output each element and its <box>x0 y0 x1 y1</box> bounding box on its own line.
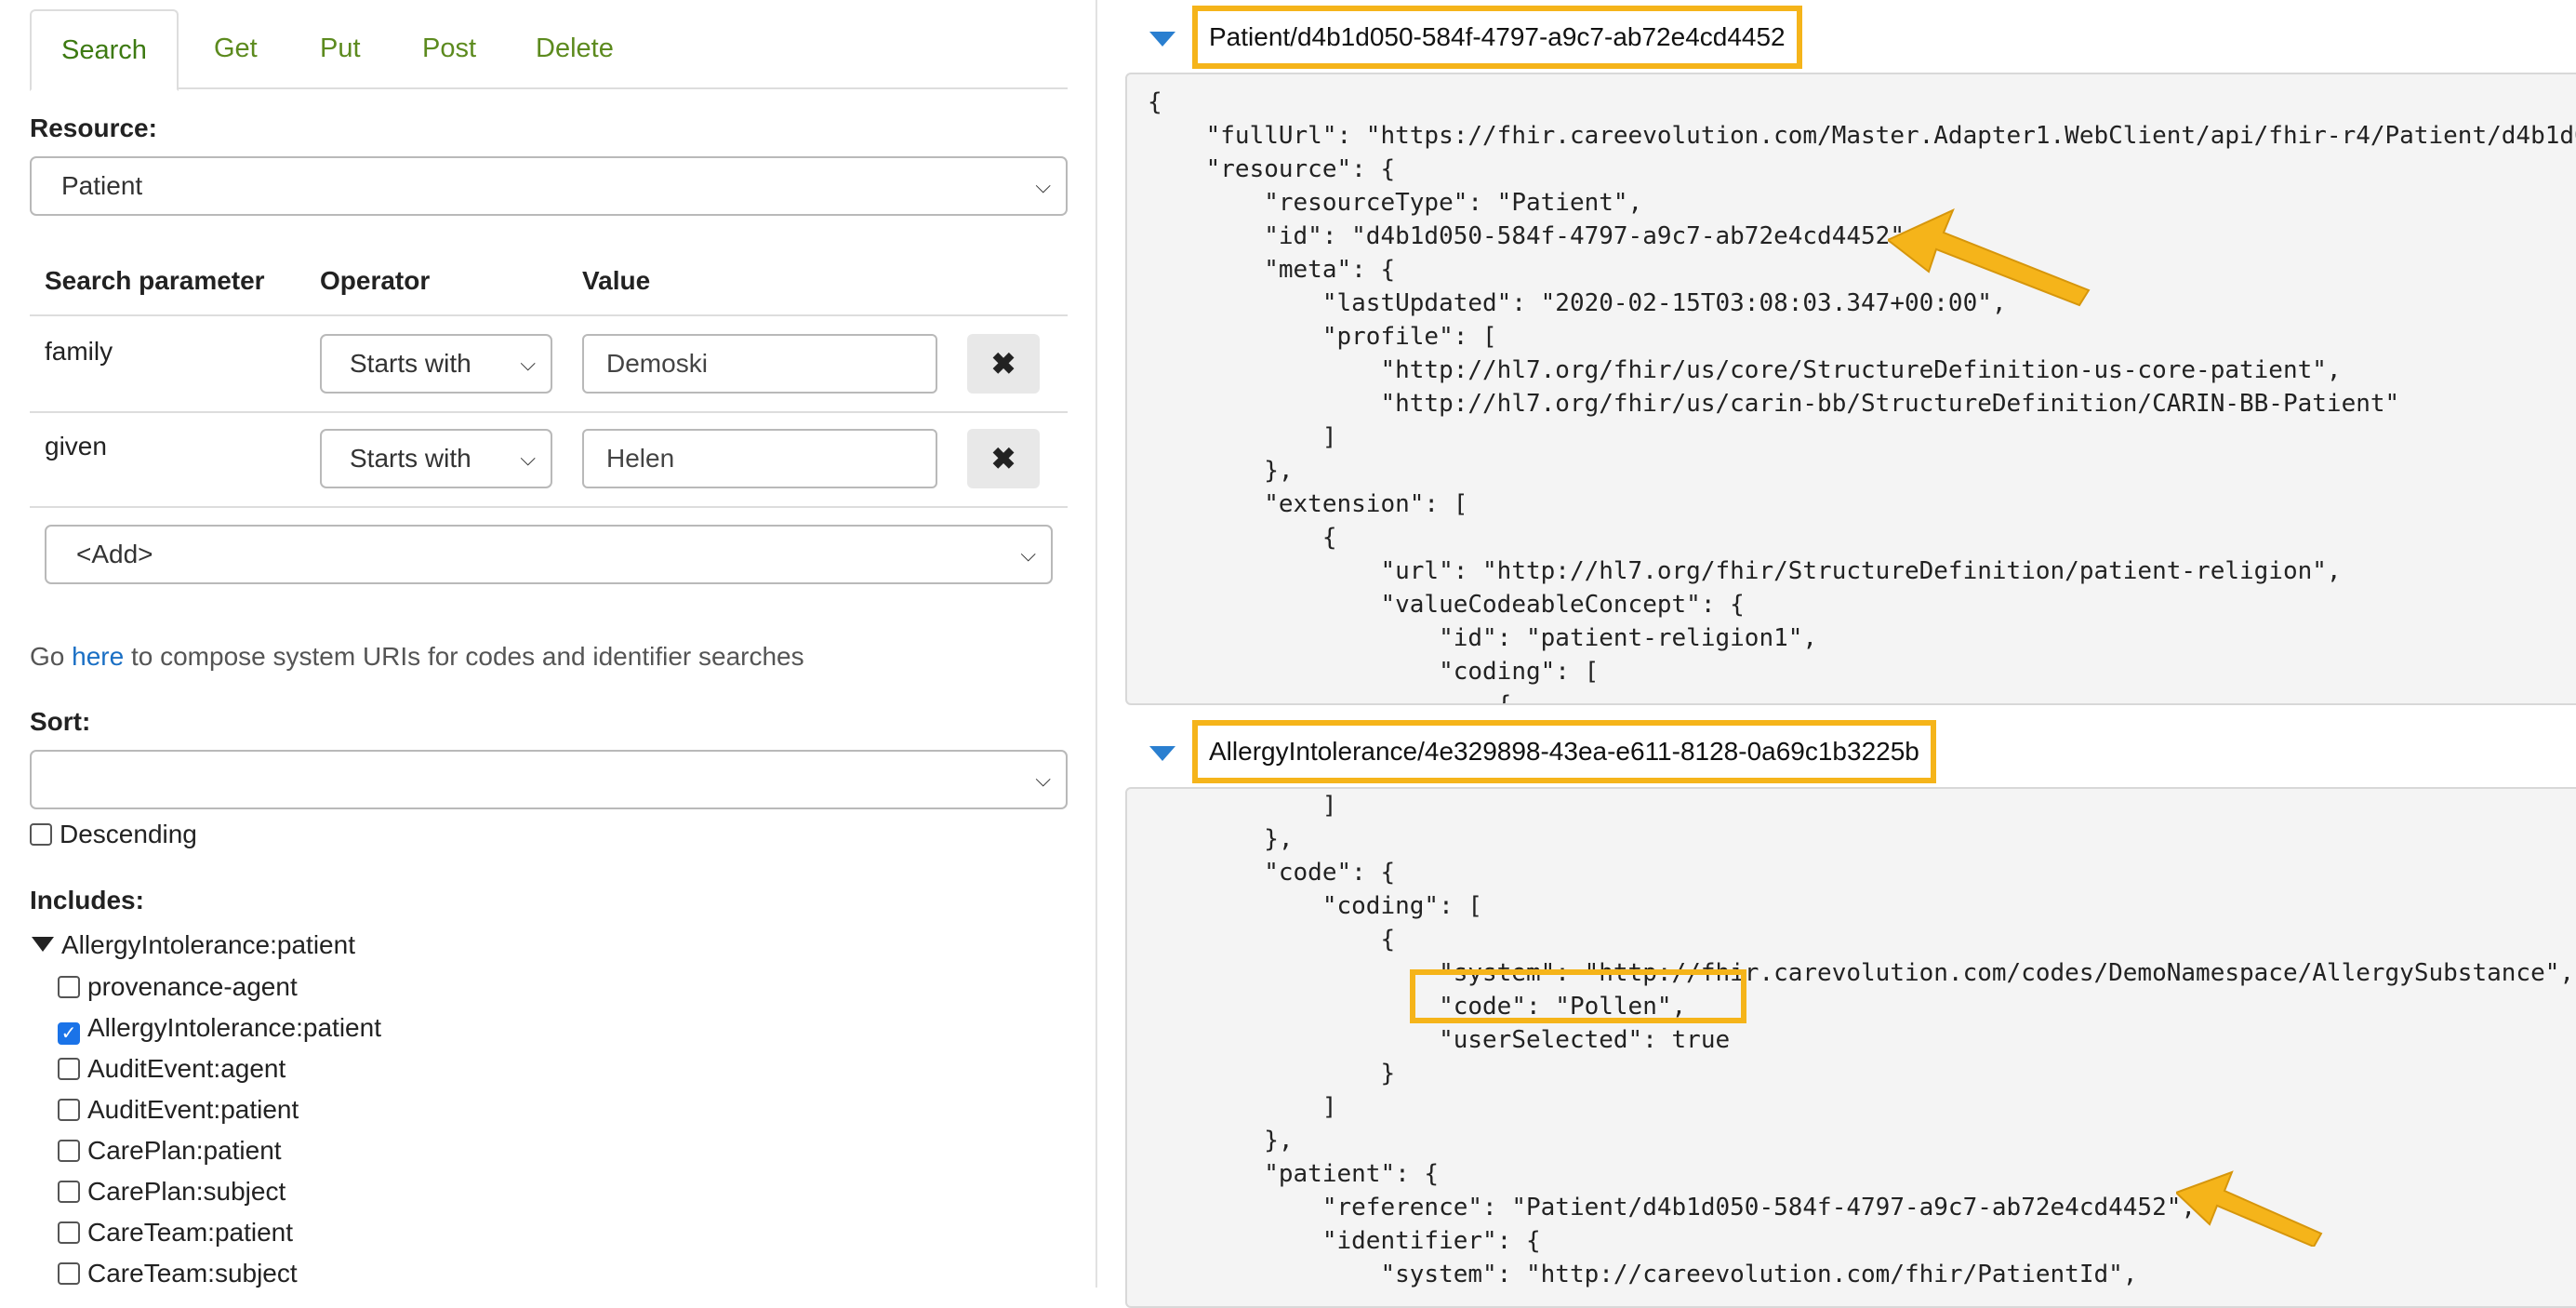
remove-param-button[interactable]: ✖ <box>967 429 1040 488</box>
operator-select-value: Starts with <box>350 444 471 473</box>
chevron-down-icon: ⌵ <box>1035 767 1051 791</box>
include-checkbox[interactable]: ✓ <box>58 1022 80 1045</box>
triangle-down-icon[interactable] <box>1149 746 1175 761</box>
param-name: given <box>45 432 107 460</box>
divider <box>30 314 1068 316</box>
arrow-icon <box>1888 208 2091 307</box>
resource-label: Resource: <box>30 113 157 142</box>
operation-tabs: Search Get Put Post Delete <box>30 9 1068 91</box>
include-checkbox[interactable] <box>58 1181 80 1203</box>
include-option[interactable]: AuditEvent:patient <box>58 1094 299 1128</box>
sort-label: Sort: <box>30 707 91 736</box>
highlight-box <box>1410 969 1746 1023</box>
resource-select[interactable]: Patient ⌵ <box>30 156 1068 216</box>
resource-select-value: Patient <box>61 171 143 200</box>
result-link-allergy[interactable]: AllergyIntolerance/4e329898-43ea-e611-81… <box>1192 720 1936 783</box>
help-suffix: to compose system URIs for codes and ide… <box>124 642 804 671</box>
include-label: CarePlan:subject <box>87 1177 286 1206</box>
operator-select[interactable]: Starts with ⌵ <box>320 334 552 394</box>
value-input[interactable]: Demoski <box>582 334 937 394</box>
include-checkbox[interactable] <box>58 1058 80 1080</box>
include-option[interactable]: CareTeam:subject <box>58 1258 298 1291</box>
tab-get[interactable]: Get <box>184 9 287 89</box>
result-link-patient[interactable]: Patient/d4b1d050-584f-4797-a9c7-ab72e4cd… <box>1192 6 1802 69</box>
search-panel: Search Get Put Post Delete Resource: Pat… <box>0 0 1095 1288</box>
json-pane-patient: { "fullUrl": "https://fhir.careevolution… <box>1125 73 2576 705</box>
triangle-down-icon <box>32 937 54 952</box>
include-checkbox[interactable] <box>58 1262 80 1285</box>
operator-select-value: Starts with <box>350 349 471 378</box>
close-icon: ✖ <box>990 347 1016 380</box>
include-option[interactable]: CarePlan:subject <box>58 1176 285 1209</box>
include-option[interactable]: CarePlan:patient <box>58 1135 282 1168</box>
include-checkbox[interactable] <box>58 1221 80 1244</box>
add-param-select[interactable]: <Add> ⌵ <box>45 525 1053 584</box>
include-option[interactable]: provenance-agent <box>58 971 298 1005</box>
include-option[interactable]: ✓ AllergyIntolerance:patient <box>58 1012 381 1046</box>
here-link[interactable]: here <box>72 642 124 671</box>
include-checkbox[interactable] <box>58 976 80 998</box>
tab-search[interactable]: Search <box>30 9 179 91</box>
descending-checkbox-row[interactable]: Descending <box>30 819 197 852</box>
chevron-down-icon: ⌵ <box>520 447 536 470</box>
include-label: provenance-agent <box>87 972 298 1001</box>
tab-post[interactable]: Post <box>392 9 506 89</box>
json-pane-allergy: ] }, "code": { "coding": [ { "system": "… <box>1125 787 2576 1308</box>
sort-select[interactable]: ⌵ <box>30 750 1068 809</box>
arrow-icon <box>2176 1170 2323 1247</box>
operator-select[interactable]: Starts with ⌵ <box>320 429 552 488</box>
include-label: CareTeam:subject <box>87 1259 298 1288</box>
include-checkbox[interactable] <box>58 1140 80 1162</box>
descending-label: Descending <box>60 820 197 848</box>
include-checkbox[interactable] <box>58 1099 80 1121</box>
panel-divider[interactable] <box>1095 0 1097 1288</box>
chevron-down-icon: ⌵ <box>1035 174 1051 197</box>
close-icon: ✖ <box>990 442 1016 475</box>
chevron-down-icon: ⌵ <box>520 352 536 375</box>
include-label: AuditEvent:agent <box>87 1054 286 1083</box>
help-prefix: Go <box>30 642 73 671</box>
include-option[interactable]: CareTeam:patient <box>58 1217 293 1250</box>
uri-help-text: Go here to compose system URIs for codes… <box>30 642 804 672</box>
include-label: AllergyIntolerance:patient <box>87 1013 381 1042</box>
value-input[interactable]: Helen <box>582 429 937 488</box>
triangle-down-icon[interactable] <box>1149 32 1175 47</box>
descending-checkbox[interactable] <box>30 823 52 846</box>
divider <box>30 506 1068 508</box>
divider <box>30 411 1068 413</box>
includes-group-label: AllergyIntolerance:patient <box>61 930 355 959</box>
column-header-operator: Operator <box>320 266 431 295</box>
include-label: AuditEvent:patient <box>87 1095 299 1124</box>
add-param-placeholder: <Add> <box>76 540 153 568</box>
column-header-value: Value <box>582 266 651 295</box>
include-option[interactable]: AuditEvent:agent <box>58 1053 285 1087</box>
column-header-search-parameter: Search parameter <box>45 266 265 295</box>
tab-delete[interactable]: Delete <box>506 9 644 89</box>
json-code: { "fullUrl": "https://fhir.careevolution… <box>1148 88 2576 705</box>
json-code: ] }, "code": { "coding": [ { "system": "… <box>1264 792 2575 1288</box>
include-label: CarePlan:patient <box>87 1136 282 1165</box>
includes-group-toggle[interactable]: AllergyIntolerance:patient <box>32 929 355 963</box>
remove-param-button[interactable]: ✖ <box>967 334 1040 394</box>
chevron-down-icon: ⌵ <box>1020 542 1036 566</box>
param-name: family <box>45 337 113 366</box>
tab-put[interactable]: Put <box>290 9 391 89</box>
include-label: CareTeam:patient <box>87 1218 294 1247</box>
includes-label: Includes: <box>30 886 144 914</box>
